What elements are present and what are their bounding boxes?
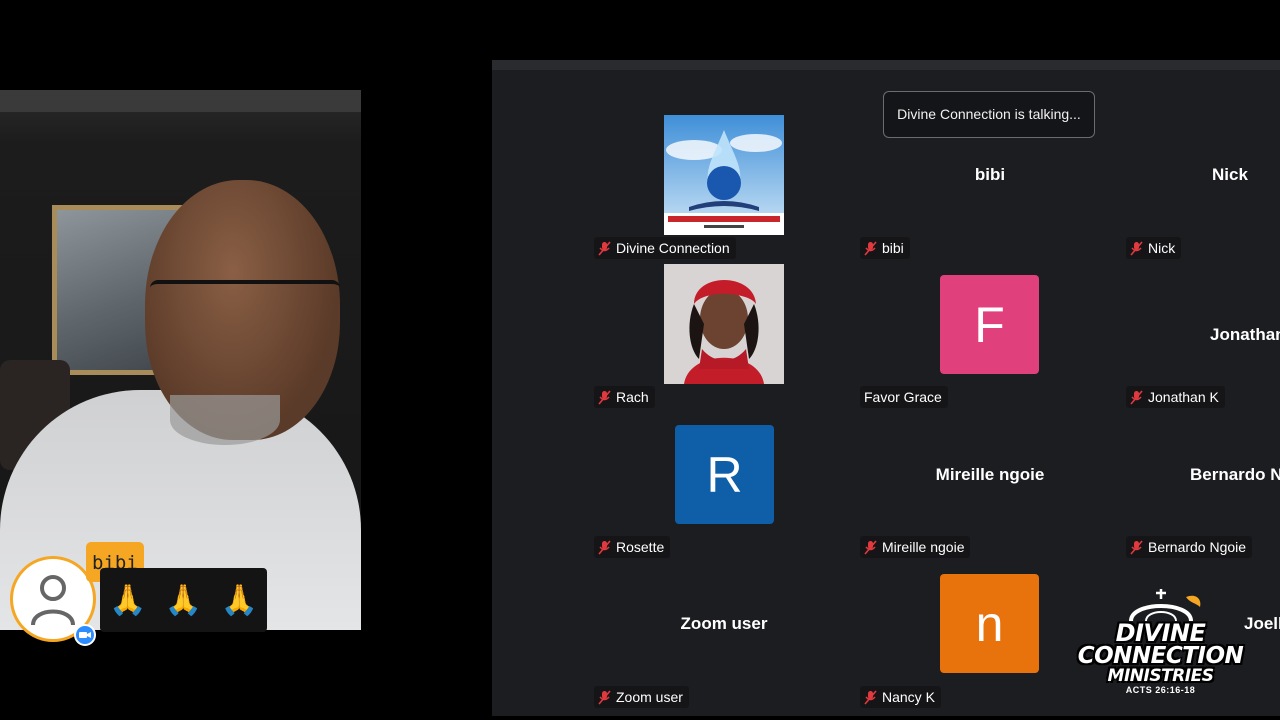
participant-tile-favor-grace[interactable]: F (940, 275, 1039, 374)
participant-tile-jonathan[interactable]: Jonathan (1210, 310, 1280, 360)
participant-initial-avatar: R (675, 425, 774, 524)
person-icon (31, 575, 75, 626)
participant-name: Bernardo Ngoie (1148, 539, 1247, 555)
mic-muted-icon (864, 240, 877, 256)
presenter-glasses (150, 280, 340, 326)
participant-label: Nick (1126, 237, 1182, 259)
participant-name: Mireille ngoie (882, 539, 965, 555)
participant-tile-divine-connection[interactable] (664, 115, 784, 235)
globe-dove-icon (1128, 589, 1200, 621)
participant-tile-nick[interactable]: Nick (1212, 150, 1280, 200)
participant-tile-rosette[interactable]: R (675, 425, 774, 524)
participant-label: Mireille ngoie (860, 536, 971, 558)
participant-initial-avatar: F (940, 275, 1039, 374)
mic-muted-icon (864, 539, 877, 555)
mic-muted-icon (598, 539, 611, 555)
reaction-emojis: 🙏 🙏 🙏 (100, 568, 267, 632)
divine-connection-ministries-logo: DIVINE CONNECTION MINISTRIES ACTS 26:16-… (1077, 582, 1244, 700)
participant-tile-mireille-ngoie[interactable]: Mireille ngoie (860, 450, 1120, 500)
participant-display-name: Mireille ngoie (935, 465, 1045, 484)
participant-name: bibi (882, 240, 904, 256)
participant-display-name: Jonathan (1210, 325, 1280, 344)
participant-label: Rach (594, 386, 655, 408)
mic-muted-icon (1130, 539, 1143, 555)
mic-muted-icon (598, 240, 611, 256)
participant-display-name: bibi (974, 165, 1006, 184)
logo-line-connection: CONNECTION (1077, 643, 1244, 669)
participant-tile-rach[interactable] (664, 264, 784, 384)
participant-tile-joelle[interactable]: Joelle I (1244, 599, 1280, 649)
logo-verse: ACTS 26:16-18 (1125, 685, 1196, 695)
praying-hands-emoji: 🙏 (164, 583, 203, 617)
mic-muted-icon (598, 389, 611, 405)
praying-hands-emoji: 🙏 (109, 583, 147, 617)
logo-line-divine: DIVINE (1115, 619, 1206, 647)
participant-label: Rosette (594, 536, 671, 558)
participant-name: Favor Grace (864, 389, 942, 405)
participant-initial-avatar: n (940, 574, 1039, 673)
participant-tile-nancy-k[interactable]: n (940, 574, 1039, 673)
participant-tile-bernardo[interactable]: Bernardo N (1190, 450, 1280, 500)
mic-muted-icon (1130, 389, 1143, 405)
participant-label: Favor Grace (860, 386, 948, 408)
participant-label: bibi (860, 237, 910, 259)
participant-label: Zoom user (594, 686, 689, 708)
participant-label: Jonathan K (1126, 386, 1225, 408)
praying-hands-emoji: 🙏 (220, 583, 258, 617)
video-top-bar (0, 90, 361, 112)
presenter-video (0, 90, 361, 630)
mic-muted-icon (864, 689, 877, 705)
participant-label: Bernardo Ngoie (1126, 536, 1253, 558)
video-camera-icon (74, 624, 96, 646)
mic-muted-icon (1130, 240, 1143, 256)
participant-label: Divine Connection (594, 237, 736, 259)
presenter-beard (170, 395, 280, 445)
participant-display-name: Bernardo N (1190, 465, 1280, 484)
participant-display-name: Joelle I (1244, 614, 1280, 633)
participant-name: Jonathan K (1148, 389, 1219, 405)
participant-name: Nancy K (882, 689, 935, 705)
mic-muted-icon (598, 689, 611, 705)
participant-display-name: Zoom user (680, 614, 768, 633)
participant-photo (664, 264, 784, 384)
participant-tile-bibi[interactable]: bibi (860, 150, 1120, 200)
participant-display-name: Nick (1212, 165, 1248, 184)
ministry-logo-image (664, 115, 784, 235)
participant-label: Nancy K (860, 686, 941, 708)
participant-name: Zoom user (616, 689, 683, 705)
participant-name: Divine Connection (616, 240, 730, 256)
participant-name: Rosette (616, 539, 665, 555)
logo-line-ministries: MINISTRIES (1107, 666, 1214, 686)
participant-name: Nick (1148, 240, 1176, 256)
talking-indicator: Divine Connection is talking... (883, 91, 1095, 138)
participant-tile-zoom-user[interactable]: Zoom user (594, 599, 854, 649)
participant-name: Rach (616, 389, 649, 405)
